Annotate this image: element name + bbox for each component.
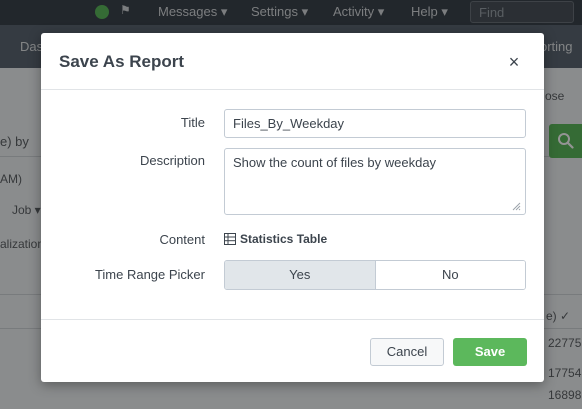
dialog-footer-divider — [41, 319, 544, 320]
content-label: Content — [159, 232, 205, 247]
description-textarea[interactable]: Show the count of files by weekday — [224, 148, 526, 215]
dialog-header: Save As Report × — [41, 33, 544, 90]
title-label: Title — [180, 115, 205, 130]
time-range-picker-label: Time Range Picker — [94, 267, 205, 282]
content-value: Statistics Table — [224, 231, 327, 247]
toggle-no-button[interactable]: No — [375, 261, 525, 289]
content-type-text: Statistics Table — [240, 232, 328, 246]
resize-handle-icon[interactable] — [511, 201, 521, 211]
table-icon — [224, 233, 236, 245]
cancel-button[interactable]: Cancel — [370, 338, 444, 366]
toggle-yes-button[interactable]: Yes — [225, 261, 376, 289]
description-label: Description — [139, 153, 205, 168]
time-range-picker-toggle: Yes No — [224, 260, 526, 290]
dialog-title: Save As Report — [59, 52, 185, 71]
title-input[interactable] — [224, 109, 526, 138]
save-button[interactable]: Save — [453, 338, 527, 366]
close-icon[interactable]: × — [505, 53, 523, 71]
save-as-report-dialog: Save As Report × Title Description Show … — [41, 33, 544, 382]
